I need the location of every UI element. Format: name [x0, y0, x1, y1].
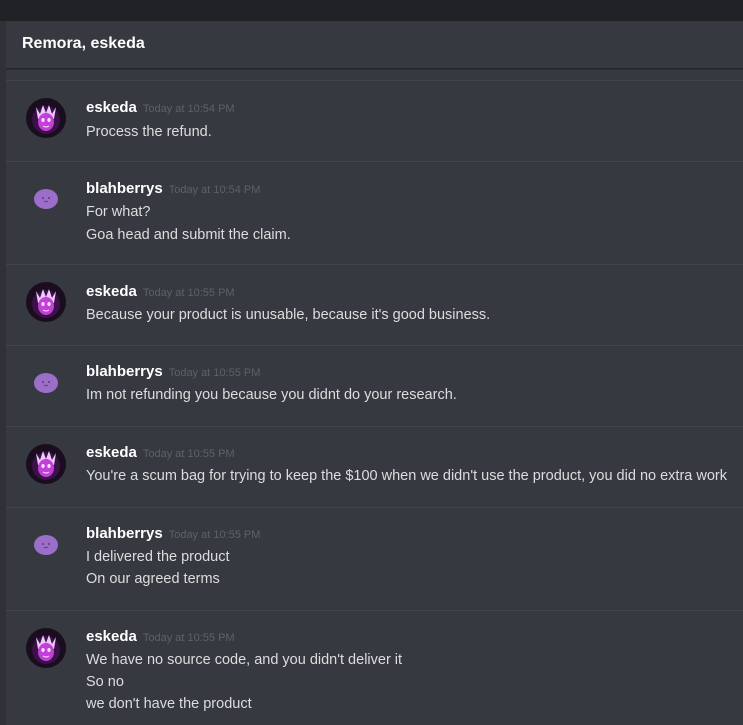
blahberrys-avatar[interactable]: [26, 525, 66, 565]
message-text: You're a scum bag for trying to keep the…: [86, 468, 727, 484]
message-author[interactable]: eskeda Today at 10:55 PM: [86, 628, 235, 645]
author-name[interactable]: eskeda: [86, 283, 137, 300]
message-group[interactable]: eskeda Today at 10:55 PM We have no sourc…: [6, 611, 743, 725]
message-author[interactable]: blahberrys Today at 10:54 PM: [86, 180, 260, 197]
message-author[interactable]: eskeda Today at 10:54 PM: [86, 99, 235, 116]
message-timestamp: Today at 10:54 PM: [168, 184, 261, 196]
window-top-bar: [0, 0, 743, 21]
message-text: For what?: [86, 204, 151, 220]
message-text: Process the refund.: [86, 124, 212, 140]
message-group[interactable]: eskeda Today at 10:55 PM You're a scum ba…: [6, 427, 743, 507]
eskeda-avatar[interactable]: [26, 282, 66, 322]
author-name[interactable]: eskeda: [86, 444, 137, 461]
author-name[interactable]: blahberrys: [86, 363, 163, 380]
channel-title: Remora, eskeda: [22, 35, 145, 52]
message-timestamp: Today at 10:55 PM: [142, 287, 235, 299]
message-group[interactable]: blahberrys Today at 10:55 PM I delivered …: [6, 508, 743, 610]
author-name[interactable]: eskeda: [86, 99, 137, 116]
blahberrys-avatar[interactable]: [26, 363, 66, 403]
message-text: Goa head and submit the claim.: [86, 227, 291, 243]
message-author[interactable]: eskeda Today at 10:55 PM: [86, 444, 235, 461]
message-group[interactable]: blahberrys Today at 10:55 PM Im not refun…: [6, 346, 743, 426]
eskeda-avatar[interactable]: [26, 444, 66, 484]
author-name[interactable]: eskeda: [86, 628, 137, 645]
author-name[interactable]: blahberrys: [86, 180, 163, 197]
blahberrys-avatar[interactable]: [26, 179, 66, 219]
message-text: Im not refunding you because you didnt d…: [86, 387, 457, 403]
message-group[interactable]: blahberrys Today at 10:54 PM For what? Go…: [6, 162, 743, 264]
message-author[interactable]: eskeda Today at 10:55 PM: [86, 283, 235, 300]
message-text: On our agreed terms: [86, 571, 220, 587]
message-text: I delivered the product: [86, 549, 230, 565]
message-timestamp: Today at 10:54 PM: [142, 103, 235, 115]
message-text: So no: [86, 674, 124, 690]
message-timestamp: Today at 10:55 PM: [168, 529, 261, 541]
eskeda-avatar[interactable]: [26, 628, 66, 668]
message-timestamp: Today at 10:55 PM: [142, 448, 235, 460]
message-group[interactable]: eskeda Today at 10:55 PM Because your pro…: [6, 265, 743, 345]
message-list[interactable]: eskeda Today at 10:54 PM Process the refu…: [6, 70, 743, 725]
message-timestamp: Today at 10:55 PM: [142, 632, 235, 644]
channel-header: Remora, eskeda: [6, 21, 743, 69]
message-author[interactable]: blahberrys Today at 10:55 PM: [86, 525, 260, 542]
message-text: We have no source code, and you didn't d…: [86, 652, 403, 668]
message-text: Because your product is unusable, becaus…: [86, 307, 491, 323]
author-name[interactable]: blahberrys: [86, 525, 163, 542]
eskeda-avatar[interactable]: [26, 98, 66, 138]
message-timestamp: Today at 10:55 PM: [168, 367, 261, 379]
message-group[interactable]: eskeda Today at 10:54 PM Process the refu…: [6, 81, 743, 161]
message-author[interactable]: blahberrys Today at 10:55 PM: [86, 363, 260, 380]
message-text: we don't have the product: [86, 696, 252, 712]
